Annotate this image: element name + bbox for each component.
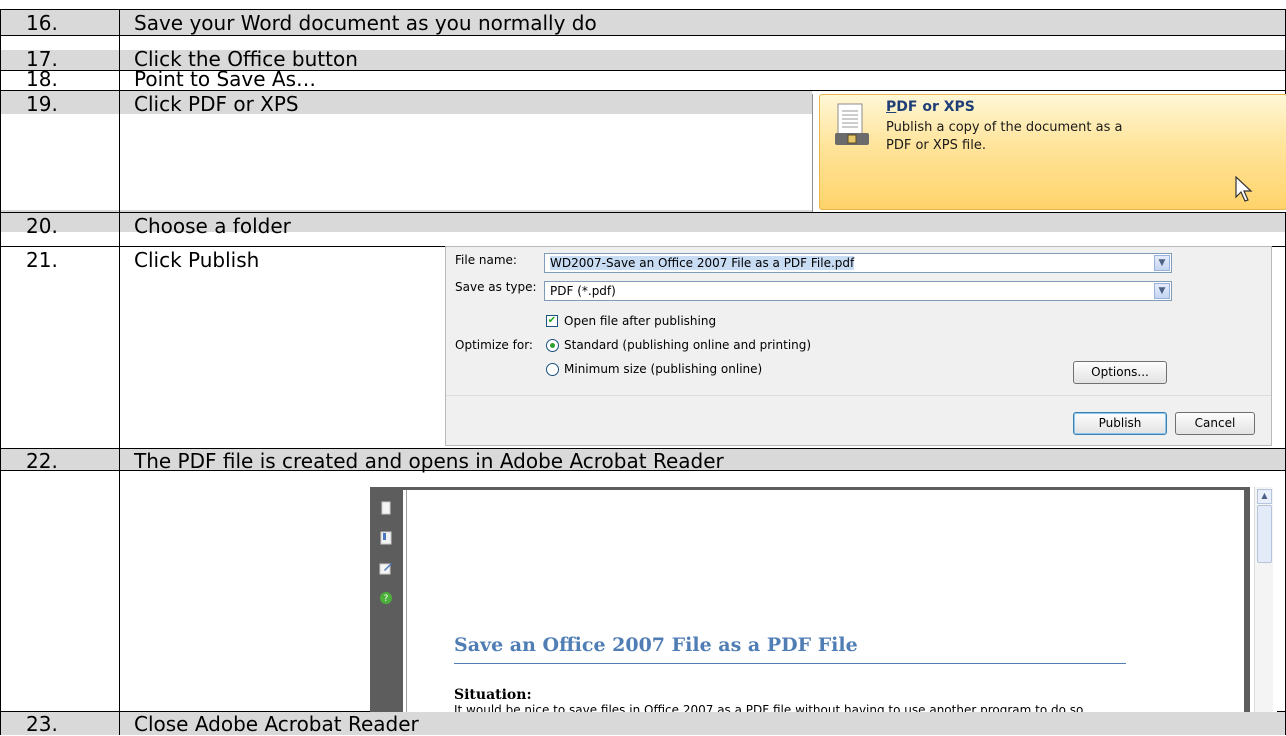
publish-dialog-screenshot: File name: WD2007-Save an Office 2007 Fi… [445, 246, 1272, 446]
page-border [1244, 487, 1250, 712]
cancel-button[interactable]: Cancel [1175, 412, 1255, 435]
vertical-scrollbar[interactable]: ▲ [1254, 487, 1273, 712]
open-after-publishing-checkbox[interactable]: ✔ [546, 315, 558, 327]
step-text: Choose a folder [134, 214, 291, 238]
pdf-or-xps-description: Publish a copy of the document as a PDF … [886, 120, 1123, 153]
rule [0, 212, 1286, 213]
step-text: Close Adobe Acrobat Reader [134, 712, 419, 736]
document-body: It would be nice to save files in Office… [454, 703, 1087, 712]
signatures-icon[interactable] [379, 561, 393, 575]
title-accelerator: P [886, 99, 897, 115]
file-name-value: WD2007-Save an Office 2007 File as a PDF… [550, 256, 855, 270]
open-after-publishing-label: Open file after publishing [564, 314, 717, 328]
standard-label: Standard (publishing online and printing… [564, 338, 812, 352]
step-number: 23. [26, 712, 58, 736]
minimum-size-label: Minimum size (publishing online) [564, 362, 763, 376]
step-number: 20. [26, 214, 58, 238]
chevron-down-icon[interactable]: ▼ [1154, 283, 1170, 299]
scroll-up-icon[interactable]: ▲ [1257, 489, 1272, 504]
mouse-cursor-icon [1235, 175, 1253, 202]
scroll-thumb[interactable] [1257, 505, 1272, 563]
rule [0, 35, 1286, 36]
step-text: Click Publish [134, 248, 260, 272]
step-number: 22. [26, 449, 58, 473]
document-title: Save an Office 2007 File as a PDF File [454, 634, 858, 656]
step-text: The PDF file is created and opens in Ado… [134, 449, 724, 473]
document-icon [835, 103, 869, 145]
step-text: Point to Save As… [134, 67, 317, 91]
help-icon[interactable]: ? [379, 591, 393, 605]
pdf-page [406, 490, 1245, 712]
save-as-type-select[interactable]: PDF (*.pdf) ▼ [544, 281, 1172, 301]
publish-button[interactable]: Publish [1073, 412, 1167, 435]
pdf-or-xps-menu-item[interactable]: PDF or XPS Publish a copy of the documen… [819, 94, 1286, 210]
options-button[interactable]: Options... [1073, 361, 1167, 384]
situation-heading: Situation: [454, 687, 532, 703]
step-number: 18. [26, 67, 58, 91]
pages-icon[interactable] [379, 501, 393, 515]
bookmarks-icon[interactable] [379, 531, 393, 545]
optimize-for-label: Optimize for: [455, 338, 533, 352]
minimum-size-radio[interactable] [546, 363, 559, 376]
chevron-down-icon[interactable]: ▼ [1154, 255, 1170, 271]
title-rest: DF or XPS [896, 99, 975, 115]
svg-text:?: ? [384, 594, 389, 604]
adobe-reader-screenshot: ? ▲ Save an Office 2007 File as a PDF Fi… [370, 487, 1277, 712]
step-text: Click PDF or XPS [134, 92, 299, 116]
step-text: Save your Word document as you normally … [134, 11, 597, 35]
save-as-type-label: Save as type: [455, 280, 537, 294]
step-number: 19. [26, 92, 58, 116]
column-divider [0, 9, 1, 735]
navigation-pane: ? [370, 487, 403, 712]
file-name-label: File name: [455, 253, 517, 267]
step-number: 21. [26, 248, 58, 272]
title-underline [454, 663, 1126, 664]
save-as-type-value: PDF (*.pdf) [550, 284, 616, 298]
step-number: 16. [26, 11, 58, 35]
rule [0, 9, 1286, 10]
standard-radio[interactable] [546, 339, 559, 352]
column-divider [119, 9, 120, 735]
dialog-separator [446, 395, 1271, 396]
file-name-input[interactable]: WD2007-Save an Office 2007 File as a PDF… [544, 253, 1172, 273]
pdf-or-xps-title: PDF or XPS [886, 99, 975, 115]
pdf-xps-menu-screenshot: PDF or XPS Publish a copy of the documen… [812, 94, 1286, 212]
